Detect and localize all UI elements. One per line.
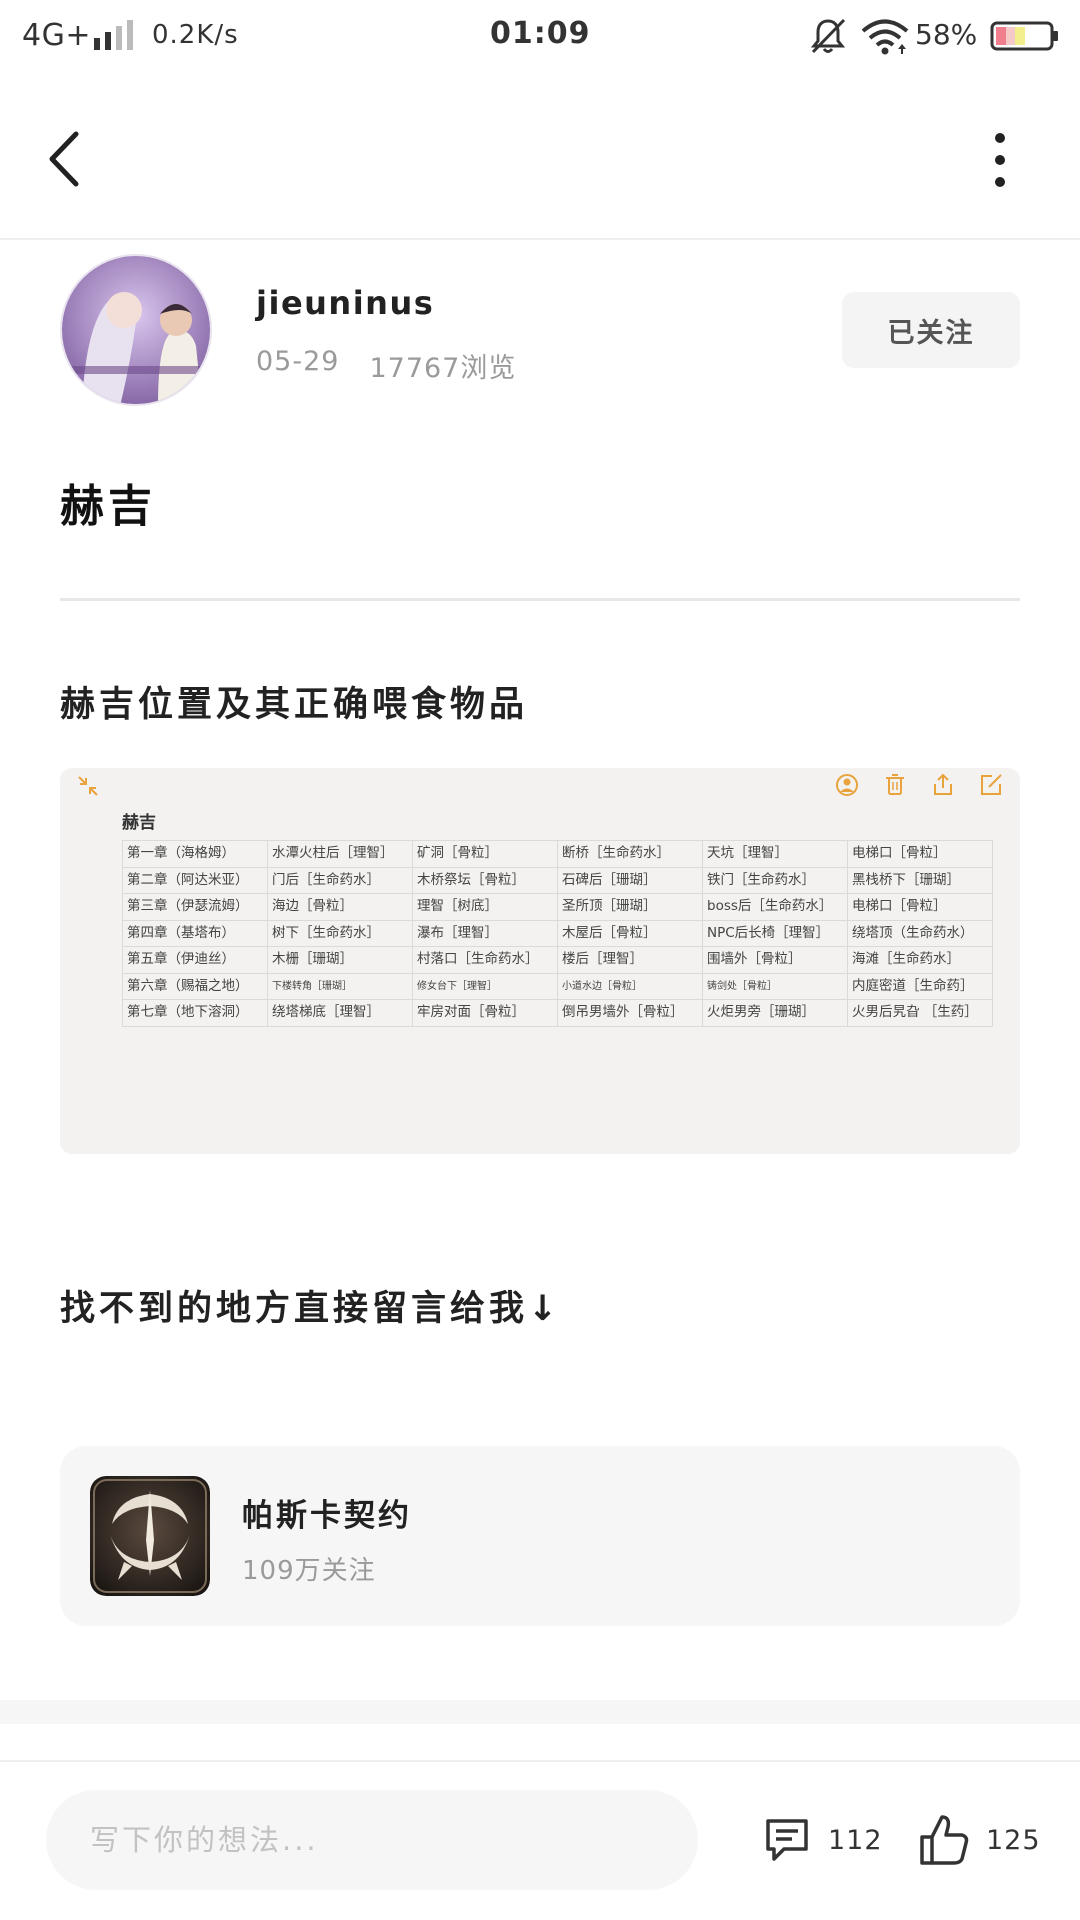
table-cell: 电梯口［骨粒］ <box>847 893 993 921</box>
table-cell: 水潭火柱后［理智］ <box>267 840 413 868</box>
table-cell: 黑栈桥下［珊瑚］ <box>847 866 993 894</box>
table-cell: boss后［生命药水］ <box>702 893 848 921</box>
table-cell: 第六章（赐福之地） <box>122 972 268 1000</box>
table-cell: 圣所顶［珊瑚］ <box>557 893 703 921</box>
table-cell: 海边［骨粒］ <box>267 893 413 921</box>
table-cell: 电梯口［骨粒］ <box>847 840 993 868</box>
post-title: 赫吉 <box>60 481 156 532</box>
table-cell: 下楼转角［珊瑚］ <box>267 972 413 1000</box>
table-cell: 木栅［珊瑚］ <box>267 946 413 974</box>
top-nav <box>0 88 1080 240</box>
table-cell: 铁门［生命药水］ <box>702 866 848 894</box>
battery-icon <box>990 21 1058 51</box>
game-name: 帕斯卡契约 <box>242 1498 412 1534</box>
trash-icon <box>886 774 904 795</box>
signal-icon <box>94 20 133 50</box>
game-followers: 109万关注 <box>242 1556 376 1586</box>
edit-icon <box>981 774 1002 795</box>
table-cell: 第一章（海格姆） <box>122 840 268 868</box>
game-card[interactable]: 帕斯卡契约 109万关注 <box>60 1446 1020 1626</box>
author-name[interactable]: jieuninus <box>256 284 434 322</box>
follow-button[interactable]: 已关注 <box>842 292 1020 368</box>
table-cell: 修女台下［理智］ <box>412 972 558 1000</box>
avatar[interactable] <box>60 254 212 406</box>
table-cell: 第七章（地下溶洞） <box>122 999 268 1027</box>
table-cell: 海滩［生命药水］ <box>847 946 993 974</box>
like-button[interactable]: 125 <box>918 1810 1041 1870</box>
bell-off-icon <box>810 18 846 54</box>
note-screenshot[interactable]: 赫吉 第一章（海格姆） 水潭火柱后［理智］ 矿洞［骨粒］ 断桥［生命药水］ 天坑［理智］… <box>60 768 1020 1154</box>
comment-input[interactable] <box>46 1790 698 1890</box>
table-cell: 围墙外［骨粒］ <box>702 946 848 974</box>
table-row: 第六章（赐福之地） 下楼转角［珊瑚］ 修女台下［理智］ 小道水边［骨粒］ 铸剑处［骨粒］… <box>122 972 993 1000</box>
comment-button[interactable]: 112 <box>762 1812 883 1868</box>
share-person-icon <box>836 774 858 796</box>
view-count: 17767浏览 <box>369 353 517 384</box>
table-cell: 矿洞［骨粒］ <box>412 840 558 868</box>
post-meta: 05-29 17767浏览 <box>256 346 516 385</box>
battery-percent: 58% <box>915 18 978 51</box>
divider <box>60 598 1020 601</box>
table-cell: 理智［树底］ <box>412 893 558 921</box>
status-bar: 4G+ 0.2K/s 01:09 58% <box>0 0 1080 70</box>
table-cell: 门后［生命药水］ <box>267 866 413 894</box>
wifi-icon <box>861 19 909 55</box>
divider <box>0 1760 1080 1762</box>
table-cell: 第四章（基塔布） <box>122 919 268 947</box>
network-speed: 0.2K/s <box>152 20 239 50</box>
table-cell: 天坑［理智］ <box>702 840 848 868</box>
table-cell: 牢房对面［骨粒］ <box>412 999 558 1027</box>
post-subtitle: 赫吉位置及其正确喂食物品 <box>60 685 529 725</box>
like-count: 125 <box>986 1824 1041 1856</box>
table-cell: 倒吊男墙外［骨粒］ <box>557 999 703 1027</box>
table-cell: 瀑布［理智］ <box>412 919 558 947</box>
table-cell: 绕塔梯底［理智］ <box>267 999 413 1027</box>
location-table: 第一章（海格姆） 水潭火柱后［理智］ 矿洞［骨粒］ 断桥［生命药水］ 天坑［理智］ 电梯口… <box>122 840 993 1027</box>
table-row: 第四章（基塔布） 树下［生命药水］ 瀑布［理智］ 木屋后［骨粒］ NPC后长椅［理智］ 绕… <box>122 919 993 947</box>
more-vertical-icon[interactable] <box>975 128 1025 192</box>
section-separator <box>0 1700 1080 1724</box>
table-row: 第二章（阿达米亚） 门后［生命药水］ 木桥祭坛［骨粒］ 石碑后［珊瑚］ 铁门［生命药水］… <box>122 866 993 894</box>
table-cell: 第二章（阿达米亚） <box>122 866 268 894</box>
table-cell: 火炬男旁［珊瑚］ <box>702 999 848 1027</box>
table-row: 第三章（伊瑟流姆） 海边［骨粒］ 理智［树底］ 圣所顶［珊瑚］ boss后［生命药水］ 电… <box>122 893 993 921</box>
clock: 01:09 <box>490 16 591 51</box>
comment-count: 112 <box>828 1824 883 1856</box>
table-cell: 小道水边［骨粒］ <box>557 972 703 1000</box>
note-toolbar <box>834 772 1004 798</box>
table-cell: 第五章（伊迪丝） <box>122 946 268 974</box>
table-cell: 火男后旯旮 ［生药］ <box>847 999 993 1027</box>
table-cell: 树下［生命药水］ <box>267 919 413 947</box>
back-arrow-icon[interactable] <box>40 124 90 194</box>
table-cell: 铸剑处［骨粒］ <box>702 972 848 1000</box>
thumbs-up-icon <box>920 1815 969 1865</box>
table-row: 第一章（海格姆） 水潭火柱后［理智］ 矿洞［骨粒］ 断桥［生命药水］ 天坑［理智］ 电梯口… <box>122 840 993 868</box>
note-heading: 赫吉 <box>122 813 156 833</box>
table-row: 第五章（伊迪丝） 木栅［珊瑚］ 村落口［生命药水］ 楼后［理智］ 围墙外［骨粒］ 海滩［生… <box>122 946 993 974</box>
collapse-icon <box>78 776 98 796</box>
table-cell: 绕塔顶（生命药水） <box>847 919 993 947</box>
comment-prompt: 找不到的地方直接留言给我↓ <box>60 1289 562 1329</box>
table-cell: 木屋后［骨粒］ <box>557 919 703 947</box>
table-cell: 楼后［理智］ <box>557 946 703 974</box>
table-cell: NPC后长椅［理智］ <box>702 919 848 947</box>
table-cell: 石碑后［珊瑚］ <box>557 866 703 894</box>
table-cell: 第三章（伊瑟流姆） <box>122 893 268 921</box>
game-logo-icon <box>90 1476 210 1596</box>
network-type: 4G+ <box>22 18 91 53</box>
post-date: 05-29 <box>256 346 340 377</box>
upload-icon <box>934 773 952 795</box>
table-cell: 断桥［生命药水］ <box>557 840 703 868</box>
avatar-image <box>62 256 210 404</box>
table-cell: 木桥祭坛［骨粒］ <box>412 866 558 894</box>
table-cell: 村落口［生命药水］ <box>412 946 558 974</box>
table-row: 第七章（地下溶洞） 绕塔梯底［理智］ 牢房对面［骨粒］ 倒吊男墙外［骨粒］ 火炬男旁［珊… <box>122 999 993 1027</box>
comment-icon <box>766 1819 808 1861</box>
table-cell: 内庭密道［生命药］ <box>847 972 993 1000</box>
